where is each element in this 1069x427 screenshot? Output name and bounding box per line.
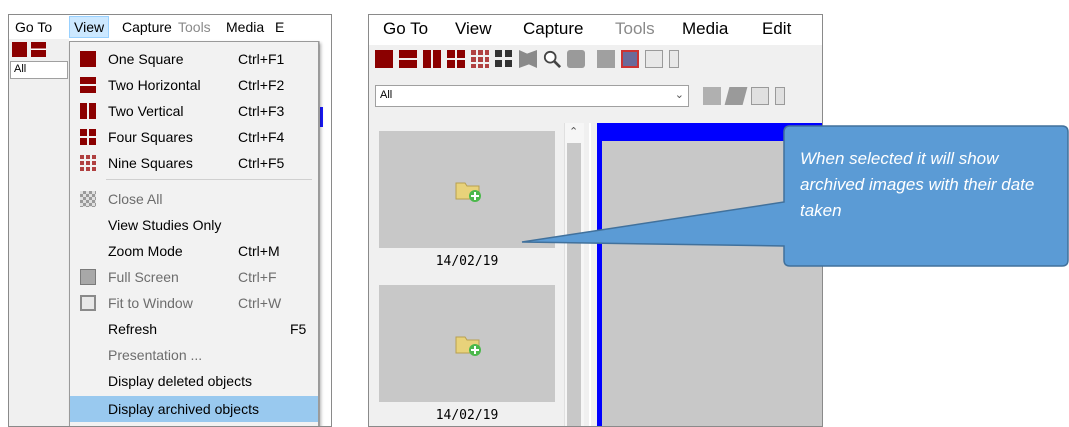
callout-text: When selected it will show archived imag… [800,149,1035,220]
